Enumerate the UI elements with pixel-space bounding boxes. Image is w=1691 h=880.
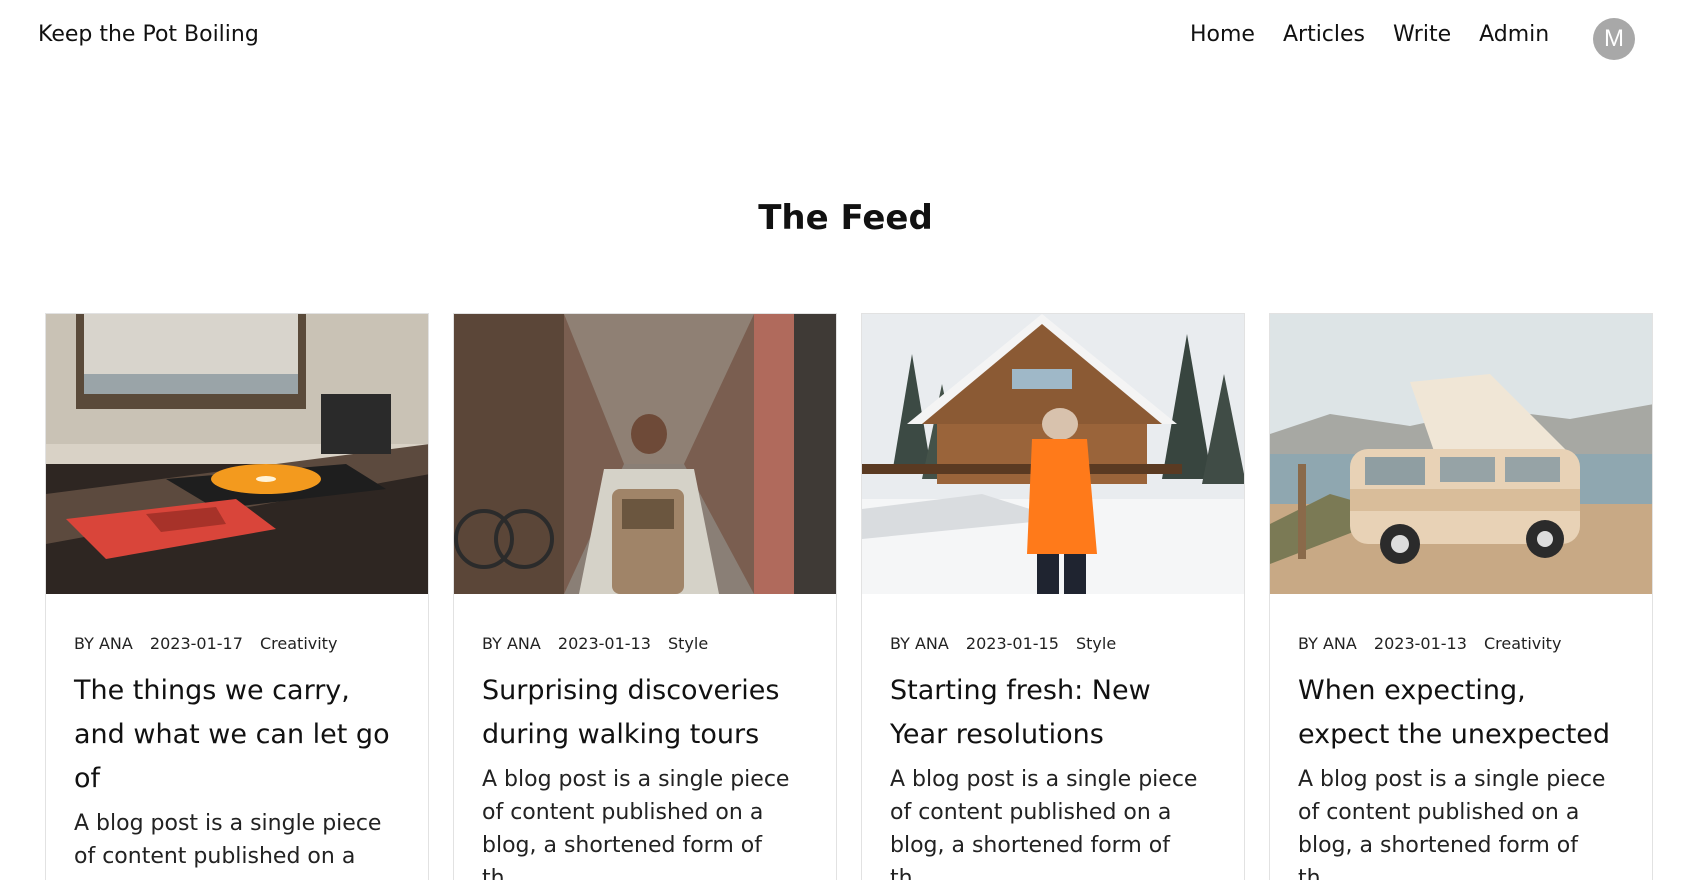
article-date: 2023-01-13: [1373, 634, 1467, 653]
article-category[interactable]: Creativity: [260, 634, 337, 653]
main-nav: Home Articles Write Admin: [1190, 22, 1549, 47]
article-meta: BY ANA 2023-01-13 Creativity: [1298, 634, 1652, 653]
record-player-photo[interactable]: [46, 314, 428, 594]
article-card[interactable]: BY ANA 2023-01-13 Style Surprising disco…: [453, 313, 837, 880]
article-meta: BY ANA 2023-01-13 Style: [482, 634, 836, 653]
snow-cabin-photo[interactable]: [862, 314, 1244, 594]
article-meta: BY ANA 2023-01-15 Style: [890, 634, 1244, 653]
article-excerpt: A blog post is a single piece of content…: [1298, 767, 1606, 880]
nav-home-link[interactable]: Home: [1190, 22, 1255, 47]
article-excerpt: A blog post is a single piece of content…: [890, 767, 1198, 880]
article-author: BY ANA: [74, 634, 133, 653]
article-author: BY ANA: [890, 634, 949, 653]
article-title[interactable]: The things we carry, and what we can let…: [74, 669, 400, 801]
article-category[interactable]: Creativity: [1484, 634, 1561, 653]
nav-admin-link[interactable]: Admin: [1479, 22, 1549, 47]
article-card-list: BY ANA 2023-01-17 Creativity The things …: [45, 313, 1653, 880]
camper-van-photo[interactable]: [1270, 314, 1652, 594]
top-navigation-bar: Keep the Pot Boiling Home Articles Write…: [0, 0, 1691, 78]
article-date: 2023-01-15: [965, 634, 1059, 653]
article-title[interactable]: When expecting, expect the unexpected: [1298, 669, 1624, 757]
site-brand-link[interactable]: Keep the Pot Boiling: [38, 22, 259, 47]
article-category[interactable]: Style: [668, 634, 708, 653]
user-avatar[interactable]: M: [1593, 18, 1635, 60]
alley-backpacker-photo[interactable]: [454, 314, 836, 594]
nav-write-link[interactable]: Write: [1393, 22, 1451, 47]
article-category[interactable]: Style: [1076, 634, 1116, 653]
article-date: 2023-01-13: [557, 634, 651, 653]
article-author: BY ANA: [1298, 634, 1357, 653]
page-title: The Feed: [758, 198, 933, 238]
article-card[interactable]: BY ANA 2023-01-17 Creativity The things …: [45, 313, 429, 880]
article-title[interactable]: Starting fresh: New Year resolutions: [890, 669, 1216, 757]
nav-articles-link[interactable]: Articles: [1283, 22, 1365, 47]
article-author: BY ANA: [482, 634, 541, 653]
article-card[interactable]: BY ANA 2023-01-15 Style Starting fresh: …: [861, 313, 1245, 880]
article-title[interactable]: Surprising discoveries during walking to…: [482, 669, 808, 757]
article-date: 2023-01-17: [149, 634, 243, 653]
article-excerpt: A blog post is a single piece of content…: [482, 767, 790, 880]
article-card[interactable]: BY ANA 2023-01-13 Creativity When expect…: [1269, 313, 1653, 880]
article-meta: BY ANA 2023-01-17 Creativity: [74, 634, 428, 653]
article-excerpt: A blog post is a single piece of content…: [74, 811, 382, 869]
